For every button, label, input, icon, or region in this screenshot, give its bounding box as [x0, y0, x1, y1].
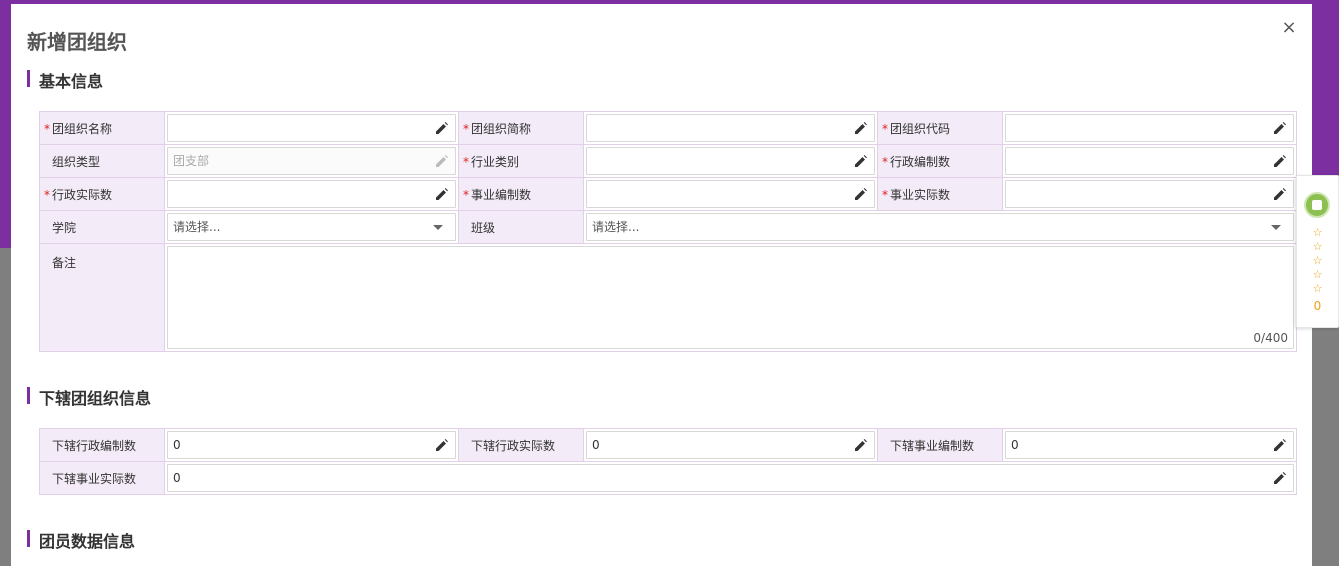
remark-textarea[interactable]: 0/400	[167, 246, 1294, 349]
class-label: 班级	[458, 210, 584, 244]
form-row: 备注 0/400	[39, 243, 1297, 352]
form-row: 学院 请选择... 班级 请选择...	[39, 210, 1297, 244]
pencil-icon[interactable]	[854, 121, 868, 135]
required-mark: *	[44, 121, 50, 136]
sub-admin-quota-label: 下辖行政编制数	[39, 428, 165, 462]
industry-label: * 行业类别	[458, 144, 584, 178]
required-mark: *	[882, 154, 888, 169]
sub-admin-quota-input[interactable]: 0	[167, 431, 456, 459]
org-type-input: 团支部	[167, 147, 456, 175]
career-quota-label: * 事业编制数	[458, 177, 584, 211]
college-select[interactable]: 请选择...	[167, 213, 456, 241]
sub-career-actual-label: 下辖事业实际数	[39, 461, 165, 495]
pencil-icon[interactable]	[1273, 121, 1287, 135]
org-type-label: 组织类型	[39, 144, 165, 178]
sub-career-quota-label: 下辖事业编制数	[877, 428, 1003, 462]
required-mark: *	[463, 154, 469, 169]
rating-widget[interactable]: ☆☆☆☆☆ 0	[1296, 175, 1339, 328]
pencil-icon[interactable]	[854, 438, 868, 452]
industry-input[interactable]	[586, 147, 875, 175]
remark-counter: 0/400	[1253, 331, 1288, 345]
rating-stars[interactable]: ☆☆☆☆☆	[1297, 226, 1338, 296]
sub-admin-actual-label: 下辖行政实际数	[458, 428, 584, 462]
dialog-title: 新增团组织	[27, 30, 127, 54]
background-overlay-left	[0, 248, 11, 566]
add-org-dialog: 新增团组织 × 基本信息 * 团组织名称 * 团组织简称 * 团组织代码 组织类型 团…	[11, 4, 1312, 566]
subordinate-info-form: 下辖行政编制数 0 下辖行政实际数 0 下辖事业编制数 0 下辖事业实际数 0	[39, 428, 1297, 495]
sub-career-quota-input[interactable]: 0	[1005, 431, 1294, 459]
pencil-icon[interactable]	[1273, 471, 1287, 485]
pencil-icon	[436, 155, 448, 167]
org-name-label: * 团组织名称	[39, 111, 165, 145]
form-row: 组织类型 团支部 * 行业类别 * 行政编制数	[39, 144, 1297, 178]
college-label: 学院	[39, 210, 165, 244]
close-icon[interactable]: ×	[1279, 18, 1299, 38]
remark-label: 备注	[39, 243, 165, 352]
section-member-info: 团员数据信息	[27, 528, 135, 552]
sub-admin-actual-input[interactable]: 0	[586, 431, 875, 459]
form-row: * 团组织名称 * 团组织简称 * 团组织代码	[39, 111, 1297, 145]
pencil-icon[interactable]	[854, 187, 868, 201]
pencil-icon[interactable]	[435, 187, 449, 201]
admin-quota-input[interactable]	[1005, 147, 1294, 175]
form-row: 下辖行政编制数 0 下辖行政实际数 0 下辖事业编制数 0	[39, 428, 1297, 462]
background-left-strip	[0, 0, 11, 248]
form-row: 下辖事业实际数 0	[39, 461, 1297, 495]
org-code-input[interactable]	[1005, 114, 1294, 142]
admin-actual-input[interactable]	[167, 180, 456, 208]
pencil-icon[interactable]	[435, 438, 449, 452]
required-mark: *	[463, 187, 469, 202]
basic-info-form: * 团组织名称 * 团组织简称 * 团组织代码 组织类型 团支部 * 行业类别 * 行政编…	[39, 111, 1297, 352]
admin-quota-label: * 行政编制数	[877, 144, 1003, 178]
caret-down-icon[interactable]	[1271, 225, 1281, 230]
career-quota-input[interactable]	[586, 180, 875, 208]
admin-actual-label: * 行政实际数	[39, 177, 165, 211]
career-actual-input[interactable]	[1005, 180, 1294, 208]
pencil-icon[interactable]	[854, 154, 868, 168]
section-basic-info: 基本信息	[27, 68, 103, 92]
required-mark: *	[882, 121, 888, 136]
required-mark: *	[463, 121, 469, 136]
college-placeholder: 请选择...	[173, 220, 221, 234]
widget-logo-icon[interactable]	[1304, 192, 1330, 218]
rating-count: 0	[1313, 299, 1322, 313]
career-actual-label: * 事业实际数	[877, 177, 1003, 211]
org-short-input[interactable]	[586, 114, 875, 142]
required-mark: *	[44, 187, 50, 202]
org-name-input[interactable]	[167, 114, 456, 142]
class-select[interactable]: 请选择...	[586, 213, 1294, 241]
caret-down-icon[interactable]	[433, 225, 443, 230]
section-subordinate-info: 下辖团组织信息	[27, 385, 151, 409]
required-mark: *	[882, 187, 888, 202]
pencil-icon[interactable]	[435, 121, 449, 135]
form-row: * 行政实际数 * 事业编制数 * 事业实际数	[39, 177, 1297, 211]
pencil-icon[interactable]	[1273, 187, 1287, 201]
sub-career-actual-input[interactable]: 0	[167, 464, 1294, 492]
background-right-strip	[1312, 0, 1339, 175]
pencil-icon[interactable]	[1273, 438, 1287, 452]
org-code-label: * 团组织代码	[877, 111, 1003, 145]
pencil-icon[interactable]	[1273, 154, 1287, 168]
class-placeholder: 请选择...	[592, 220, 640, 234]
org-short-label: * 团组织简称	[458, 111, 584, 145]
